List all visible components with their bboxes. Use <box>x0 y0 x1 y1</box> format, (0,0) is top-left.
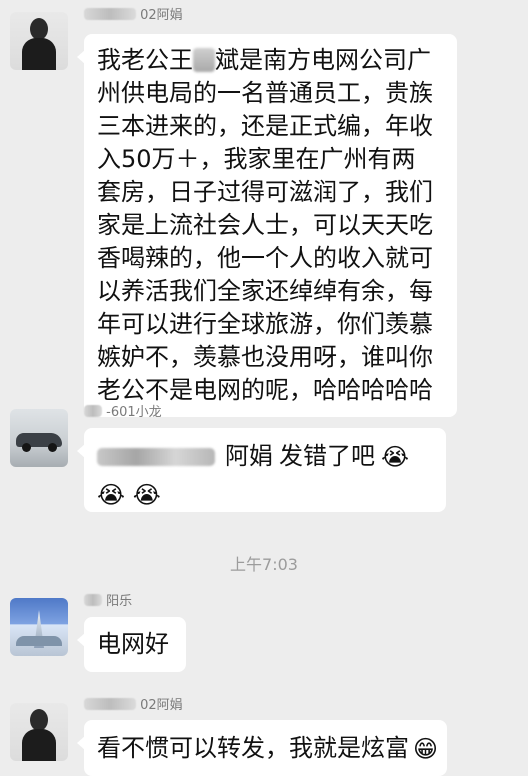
message-text: 老公不是电网的呢，哈哈哈哈哈 <box>97 376 433 404</box>
crying-laughing-icon: 😭 <box>97 481 126 509</box>
message-text: 以养活我们全家还绰绰有余，每 <box>97 277 433 305</box>
message-text: 家是上流社会人士，可以天天吃 <box>97 211 433 239</box>
message-text: 看不惯可以转发，我就是炫富 <box>97 734 409 762</box>
sender-name: 02阿娟 <box>84 8 183 24</box>
grinning-face-icon: 😁 <box>413 734 439 763</box>
car-avatar-icon[interactable] <box>10 409 68 467</box>
message-text: 年可以进行全球旅游，你们羡慕 <box>97 310 433 338</box>
message-text: 电网好 <box>97 630 169 658</box>
message-text: 发错了吧 <box>279 442 375 470</box>
message-text: 香喝辣的，他一个人的收入就可 <box>97 244 433 272</box>
crying-laughing-icon: 😭 <box>132 481 161 509</box>
sender-name: 02阿娟 <box>84 698 183 714</box>
message-text: 斌是南方电网公司广 <box>215 46 431 74</box>
message-text: 我老公王 <box>97 46 193 74</box>
sender-name: -601小龙 <box>84 405 162 421</box>
city-avatar-icon[interactable] <box>10 598 68 656</box>
woman-avatar-icon[interactable] <box>10 12 68 70</box>
message-text: 嫉妒不，羡慕也没用呀，谁叫你 <box>97 343 433 371</box>
mention-blur <box>97 447 215 466</box>
woman-avatar-icon[interactable] <box>10 703 68 761</box>
crying-laughing-icon: 😭 <box>381 442 410 471</box>
redacted-text <box>193 48 215 72</box>
message-text: 三本进来的，还是正式编，年收 <box>97 112 433 140</box>
message-bubble[interactable]: 我老公王 斌是南方电网公司广 州供电局的一名普通员工，贵族 三本进来的，还是正式编… <box>77 34 457 417</box>
message-text: 入50万＋，我家里在广州有两 <box>97 145 416 173</box>
message-bubble[interactable]: 电网好 <box>77 617 186 672</box>
message-text: 套房，日子过得可滋润了，我们 <box>97 178 433 206</box>
sender-name: 阳乐 <box>84 594 132 610</box>
mention-name: 阿娟 <box>225 442 273 470</box>
timestamp: 上午7:03 <box>230 555 298 574</box>
message-bubble[interactable]: 阿娟 发错了吧 😭 😭 😭 <box>77 428 446 512</box>
message-text: 州供电局的一名普通员工，贵族 <box>97 79 433 107</box>
